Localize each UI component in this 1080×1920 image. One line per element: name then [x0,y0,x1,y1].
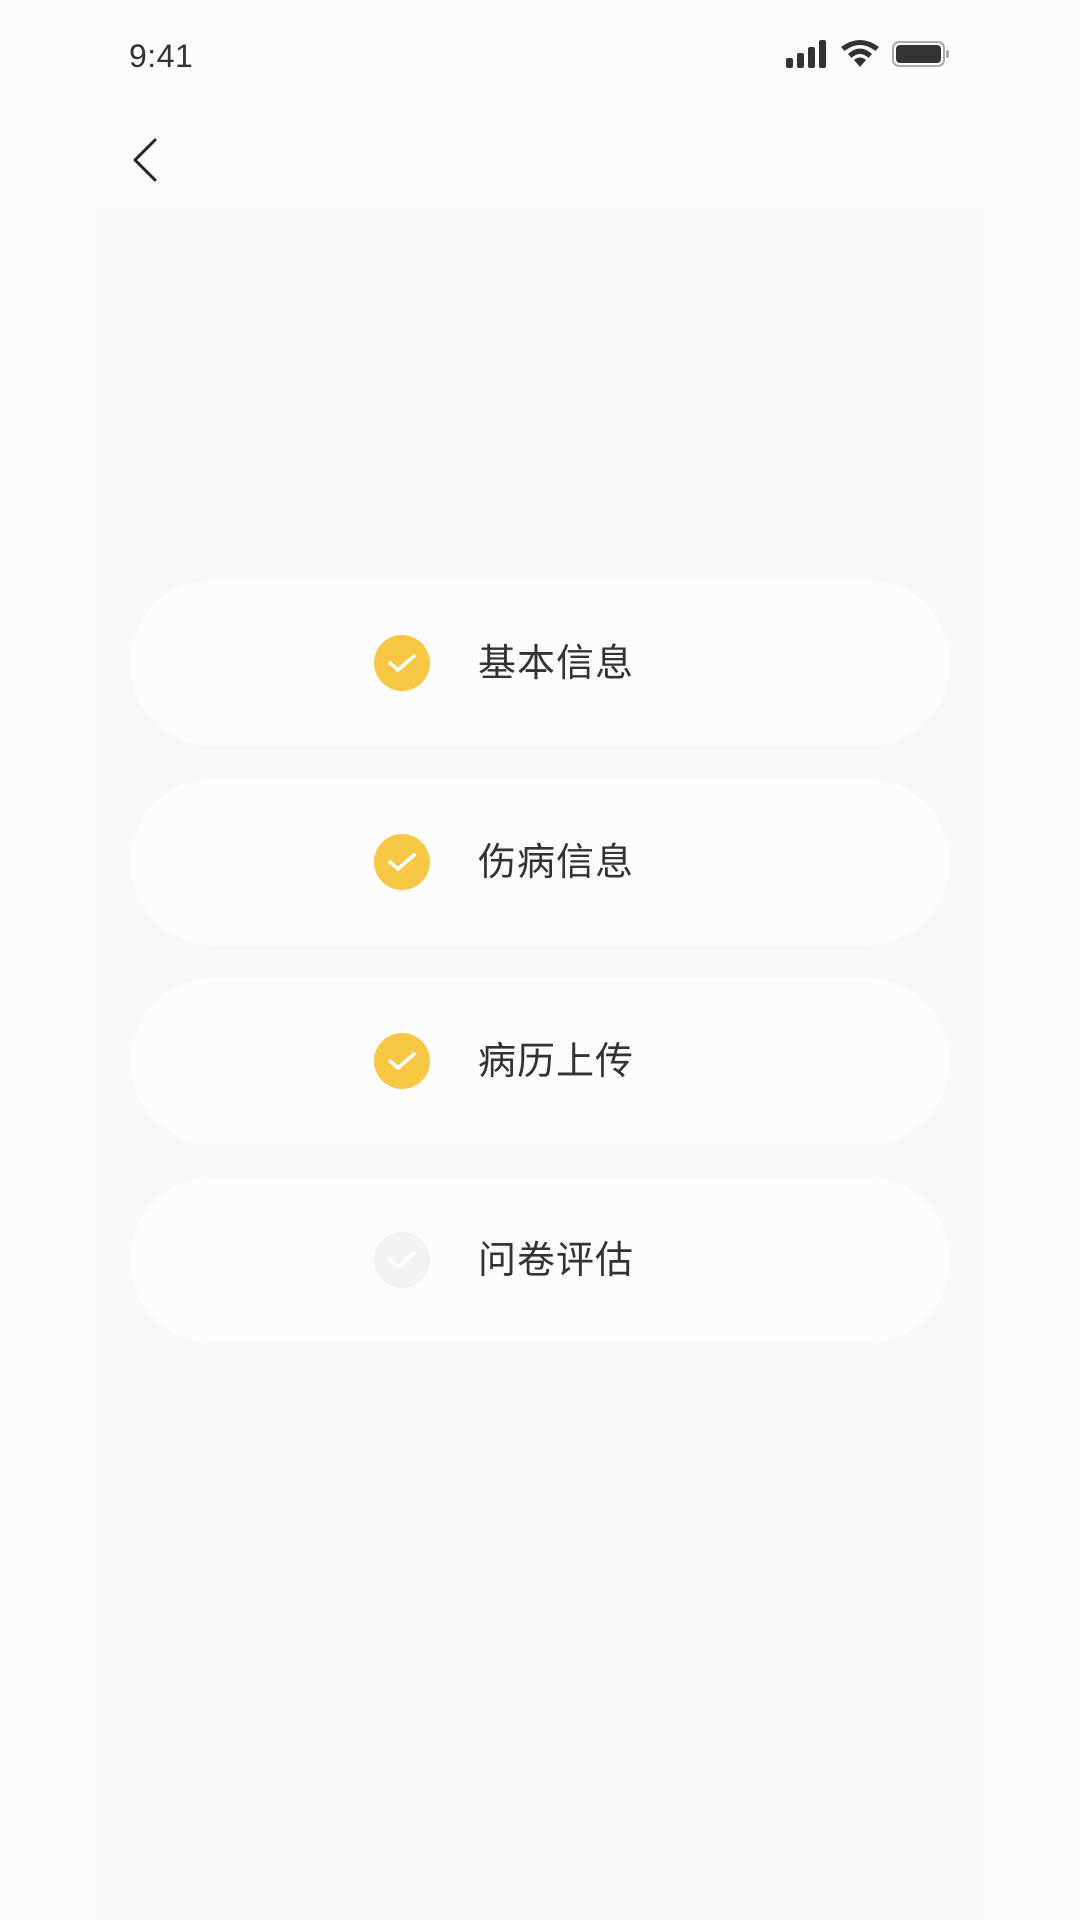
battery-icon [892,40,950,72]
step-item-questionnaire[interactable]: 问卷评估 [130,1177,950,1343]
step-label: 基本信息 [478,641,635,685]
status-icons [786,40,950,72]
check-circle-icon [374,1033,430,1089]
step-list: 基本信息 伤病信息 病历上传 问卷评估 [130,580,950,1376]
check-circle-icon [374,635,430,691]
status-time: 9:41 [129,38,194,74]
step-label: 伤病信息 [478,840,635,884]
step-item-injury-info[interactable]: 伤病信息 [130,779,950,945]
status-bar: 9:41 [0,0,1080,110]
check-circle-icon [374,834,430,890]
step-label: 病历上传 [478,1039,635,1083]
cellular-signal-icon [786,40,828,72]
check-circle-icon [374,1232,430,1288]
wifi-icon [840,40,880,72]
nav-bar [0,110,1080,208]
screen: 9:41 基本信息 伤病信息 病历上传 问卷评估 [0,0,1080,1920]
step-item-medical-record-upload[interactable]: 病历上传 [130,978,950,1144]
step-label: 问卷评估 [478,1238,635,1282]
step-item-basic-info[interactable]: 基本信息 [130,580,950,746]
chevron-left-icon [133,138,157,182]
back-button[interactable] [120,135,170,185]
